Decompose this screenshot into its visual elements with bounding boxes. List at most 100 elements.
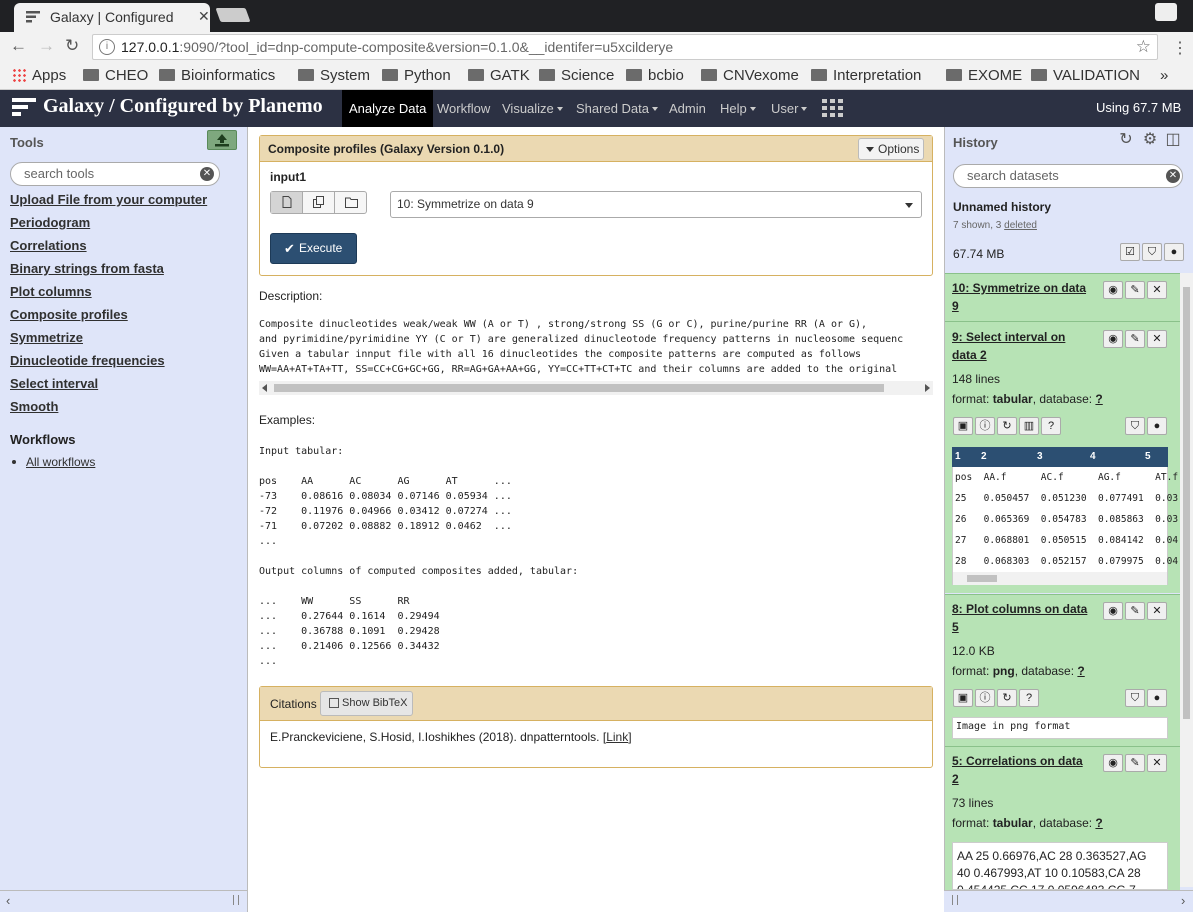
eye-icon[interactable]: ◉ bbox=[1103, 602, 1123, 620]
show-bibtex-button[interactable]: Show BibTeX bbox=[320, 691, 413, 716]
profile-icon[interactable] bbox=[1155, 3, 1177, 21]
forward-icon[interactable]: → bbox=[38, 36, 55, 56]
scroll-left-icon[interactable] bbox=[262, 384, 267, 392]
info-icon[interactable]: ⓘ bbox=[975, 417, 995, 435]
galaxy-logo-icon[interactable] bbox=[12, 98, 36, 118]
tool-periodogram[interactable]: Periodogram bbox=[10, 215, 90, 230]
apps-grid-icon[interactable] bbox=[822, 99, 843, 117]
select-all-icon[interactable]: ☑ bbox=[1120, 243, 1140, 261]
back-icon[interactable]: ← bbox=[10, 36, 27, 56]
multiple-datasets-icon[interactable] bbox=[303, 192, 335, 213]
help-icon[interactable]: ? bbox=[1019, 689, 1039, 707]
bookmark-system[interactable]: System bbox=[298, 67, 370, 84]
quota-meter[interactable]: Using 67.7 MB bbox=[1096, 100, 1181, 115]
bookmark-bioinformatics[interactable]: Bioinformatics bbox=[159, 67, 275, 84]
upload-file-link[interactable]: Upload File from your computer bbox=[10, 192, 207, 207]
bookmark-cheo[interactable]: CHEO bbox=[83, 67, 148, 84]
tool-smooth[interactable]: Smooth bbox=[10, 399, 58, 414]
rerun-icon[interactable]: ↻ bbox=[997, 689, 1017, 707]
tool-dinucleotide-frequencies[interactable]: Dinucleotide frequencies bbox=[10, 353, 165, 368]
dataset-title[interactable]: 9: Select interval on data 2 bbox=[952, 328, 1092, 364]
pencil-icon[interactable]: ✎ bbox=[1125, 330, 1145, 348]
delete-icon[interactable]: ✕ bbox=[1147, 281, 1167, 299]
browser-menu-icon[interactable]: ⋮ bbox=[1172, 38, 1188, 58]
visualize-icon[interactable]: ▥ bbox=[1019, 417, 1039, 435]
citation-link[interactable]: Link bbox=[606, 730, 628, 744]
dataset-title[interactable]: 5: Correlations on data 2 bbox=[952, 752, 1092, 788]
bookmark-interpretation[interactable]: Interpretation bbox=[811, 67, 921, 84]
bookmark-apps[interactable]: Apps bbox=[12, 67, 66, 84]
scroll-right-icon[interactable] bbox=[925, 384, 930, 392]
bookmark-science[interactable]: Science bbox=[539, 67, 614, 84]
browser-tab[interactable]: Galaxy | Configured ✕ bbox=[14, 3, 210, 32]
info-icon[interactable]: i bbox=[99, 39, 115, 55]
collapse-left-icon[interactable]: ‹ bbox=[6, 893, 10, 908]
eye-icon[interactable]: ◉ bbox=[1103, 281, 1123, 299]
annotation-icon[interactable]: ● bbox=[1164, 243, 1184, 261]
pencil-icon[interactable]: ✎ bbox=[1125, 281, 1145, 299]
bookmark-exome[interactable]: EXOME bbox=[946, 67, 1022, 84]
annotation-icon[interactable]: ● bbox=[1147, 689, 1167, 707]
database-link[interactable]: ? bbox=[1077, 664, 1084, 678]
deleted-link[interactable]: deleted bbox=[1004, 220, 1037, 231]
nav-admin[interactable]: Admin bbox=[662, 90, 713, 127]
brand-title[interactable]: Galaxy / Configured by Planemo bbox=[43, 95, 323, 118]
tags-icon[interactable]: ⛉ bbox=[1142, 243, 1162, 261]
delete-icon[interactable]: ✕ bbox=[1147, 602, 1167, 620]
single-dataset-icon[interactable] bbox=[271, 192, 303, 213]
eye-icon[interactable]: ◉ bbox=[1103, 754, 1123, 772]
history-name[interactable]: Unnamed history bbox=[953, 200, 1051, 214]
new-tab-button[interactable] bbox=[215, 8, 251, 22]
address-bar[interactable]: i 127.0.0.1:9090/?tool_id=dnp-compute-co… bbox=[92, 34, 1158, 60]
bookmark-bcbio[interactable]: bcbio bbox=[626, 67, 684, 84]
gear-icon[interactable]: ⚙ bbox=[1142, 132, 1158, 148]
tool-search-input[interactable]: search tools bbox=[10, 162, 220, 186]
tab-close-icon[interactable]: ✕ bbox=[198, 8, 210, 25]
nav-workflow[interactable]: Workflow bbox=[430, 90, 497, 127]
tags-icon[interactable]: ⛉ bbox=[1125, 689, 1145, 707]
tool-symmetrize[interactable]: Symmetrize bbox=[10, 330, 83, 345]
nav-help[interactable]: Help bbox=[713, 90, 763, 127]
dataset-title[interactable]: 8: Plot columns on data 5 bbox=[952, 600, 1092, 636]
bookmark-python[interactable]: Python bbox=[382, 67, 451, 84]
bookmark-star-icon[interactable]: ☆ bbox=[1136, 37, 1151, 57]
tool-correlations[interactable]: Correlations bbox=[10, 238, 87, 253]
clear-search-icon[interactable]: ✕ bbox=[1166, 169, 1180, 183]
dataset-collection-icon[interactable] bbox=[335, 192, 367, 213]
resize-handle[interactable] bbox=[952, 895, 958, 905]
database-link[interactable]: ? bbox=[1095, 816, 1102, 830]
options-button[interactable]: Options bbox=[858, 138, 924, 160]
tags-icon[interactable]: ⛉ bbox=[1125, 417, 1145, 435]
bookmarks-overflow[interactable]: » bbox=[1160, 67, 1168, 84]
nav-user[interactable]: User bbox=[764, 90, 814, 127]
reload-icon[interactable]: ↻ bbox=[65, 36, 79, 56]
history-scrollbar[interactable] bbox=[1180, 273, 1193, 887]
tool-composite-profiles[interactable]: Composite profiles bbox=[10, 307, 128, 322]
pencil-icon[interactable]: ✎ bbox=[1125, 602, 1145, 620]
dataset-search-input[interactable]: search datasets bbox=[953, 164, 1183, 188]
peek-scrollbar[interactable] bbox=[953, 572, 1167, 585]
delete-icon[interactable]: ✕ bbox=[1147, 330, 1167, 348]
execute-button[interactable]: ✔ Execute bbox=[270, 233, 357, 264]
bookmark-validation[interactable]: VALIDATION bbox=[1031, 67, 1140, 84]
refresh-icon[interactable]: ↻ bbox=[1118, 132, 1134, 148]
description-scrollbar[interactable] bbox=[259, 381, 933, 395]
nav-analyze-data[interactable]: Analyze Data bbox=[342, 90, 434, 127]
info-icon[interactable]: ⓘ bbox=[975, 689, 995, 707]
rerun-icon[interactable]: ↻ bbox=[997, 417, 1017, 435]
pencil-icon[interactable]: ✎ bbox=[1125, 754, 1145, 772]
resize-handle[interactable] bbox=[233, 895, 239, 905]
save-icon[interactable]: ▣ bbox=[953, 689, 973, 707]
save-icon[interactable]: ▣ bbox=[953, 417, 973, 435]
bookmark-gatk[interactable]: GATK bbox=[468, 67, 530, 84]
dataset-select[interactable]: 10: Symmetrize on data 9 bbox=[390, 191, 922, 218]
database-link[interactable]: ? bbox=[1095, 392, 1102, 406]
all-workflows-link[interactable]: All workflows bbox=[26, 455, 95, 469]
help-icon[interactable]: ? bbox=[1041, 417, 1061, 435]
dataset-title[interactable]: 10: Symmetrize on data 9 bbox=[952, 279, 1092, 315]
collapse-right-icon[interactable]: › bbox=[1181, 893, 1185, 908]
tool-select-interval[interactable]: Select interval bbox=[10, 376, 98, 391]
upload-button[interactable] bbox=[207, 130, 237, 150]
tool-plot-columns[interactable]: Plot columns bbox=[10, 284, 92, 299]
nav-visualize[interactable]: Visualize bbox=[495, 90, 570, 127]
